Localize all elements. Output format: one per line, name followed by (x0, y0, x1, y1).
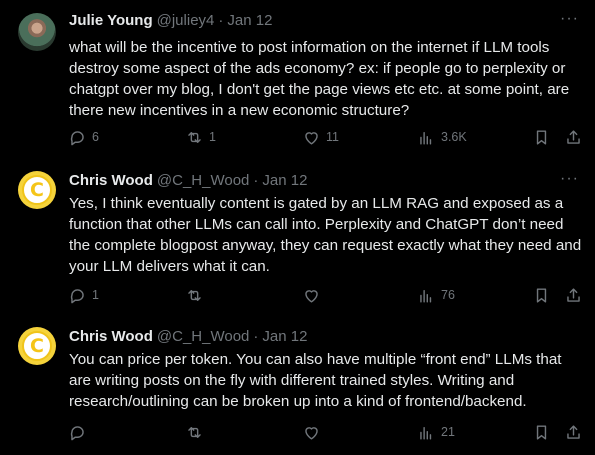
more-options-icon[interactable]: ··· (560, 10, 579, 28)
tweet-date[interactable]: Jan 12 (262, 328, 307, 345)
bookmark-icon (536, 287, 547, 303)
avatar[interactable]: C (18, 171, 56, 209)
share-button[interactable] (564, 421, 583, 443)
views-chart-icon (420, 289, 432, 303)
like-count: 11 (326, 130, 339, 144)
avatar[interactable]: C (18, 327, 56, 365)
heart-icon (305, 426, 318, 440)
author-handle[interactable]: @juliey4 (157, 12, 215, 29)
views-button[interactable]: 76 (417, 284, 455, 306)
tweet-text: Yes, I think eventually content is gated… (69, 195, 582, 275)
tweet-actions: 21 (62, 421, 592, 443)
share-icon (567, 424, 580, 439)
repost-button[interactable] (185, 421, 209, 443)
reply-icon (70, 130, 84, 145)
tweet-date[interactable]: Jan 12 (227, 12, 272, 29)
reply-count: 6 (92, 130, 99, 144)
views-button[interactable]: 3.6K (417, 126, 467, 148)
tweet-actions: 6 1 11 3.6K (62, 126, 592, 148)
heart-icon (305, 131, 318, 145)
reply-count: 1 (92, 288, 99, 302)
tweet-text: You can price per token. You can also ha… (69, 351, 562, 410)
share-icon (567, 287, 580, 302)
share-icon (567, 129, 580, 144)
repost-icon (188, 289, 201, 301)
author-handle[interactable]: @C_H_Wood (157, 328, 250, 345)
repost-button[interactable] (185, 284, 209, 306)
separator-dot: · (218, 12, 224, 29)
repost-button[interactable]: 1 (185, 126, 216, 148)
reply-icon (70, 288, 84, 303)
views-chart-icon (420, 426, 432, 440)
more-options-icon[interactable]: ··· (560, 170, 579, 188)
bookmark-button[interactable] (532, 126, 551, 148)
bookmark-icon (536, 424, 547, 440)
repost-icon (188, 426, 201, 438)
reply-button[interactable]: 1 (68, 284, 99, 306)
author-handle[interactable]: @C_H_Wood (157, 172, 250, 189)
reply-button[interactable] (68, 421, 92, 443)
author-name[interactable]: Julie Young (69, 12, 153, 29)
bookmark-button[interactable] (532, 421, 551, 443)
view-count: 76 (441, 288, 455, 302)
views-chart-icon (420, 131, 432, 145)
tweet-header: Julie Young @juliey4 · Jan 12 (69, 12, 272, 32)
views-button[interactable]: 21 (417, 421, 455, 443)
avatar-ring: C (22, 331, 52, 361)
repost-icon (188, 131, 201, 143)
avatar-letter: C (30, 178, 44, 201)
avatar-letter: C (30, 334, 44, 357)
tweet-header: Chris Wood @C_H_Wood · Jan 12 (69, 328, 307, 348)
tweet-header: Chris Wood @C_H_Wood · Jan 12 (69, 172, 307, 192)
separator-dot: · (253, 328, 259, 345)
tweet-text: what will be the incentive to post infor… (69, 39, 570, 119)
tweet-date[interactable]: Jan 12 (262, 172, 307, 189)
reply-icon (70, 425, 84, 440)
repost-count: 1 (209, 130, 216, 144)
heart-icon (305, 289, 318, 303)
share-button[interactable] (564, 126, 583, 148)
bookmark-icon (536, 129, 547, 145)
like-button[interactable] (302, 421, 326, 443)
author-name[interactable]: Chris Wood (69, 328, 153, 345)
like-button[interactable]: 11 (302, 126, 339, 148)
view-count: 21 (441, 425, 455, 439)
separator-dot: · (253, 172, 259, 189)
share-button[interactable] (564, 284, 583, 306)
author-name[interactable]: Chris Wood (69, 172, 153, 189)
like-button[interactable] (302, 284, 326, 306)
avatar-ring: C (22, 175, 52, 205)
reply-button[interactable]: 6 (68, 126, 99, 148)
view-count: 3.6K (441, 130, 467, 144)
tweet-actions: 1 76 (62, 284, 592, 306)
bookmark-button[interactable] (532, 284, 551, 306)
avatar[interactable] (18, 13, 56, 51)
